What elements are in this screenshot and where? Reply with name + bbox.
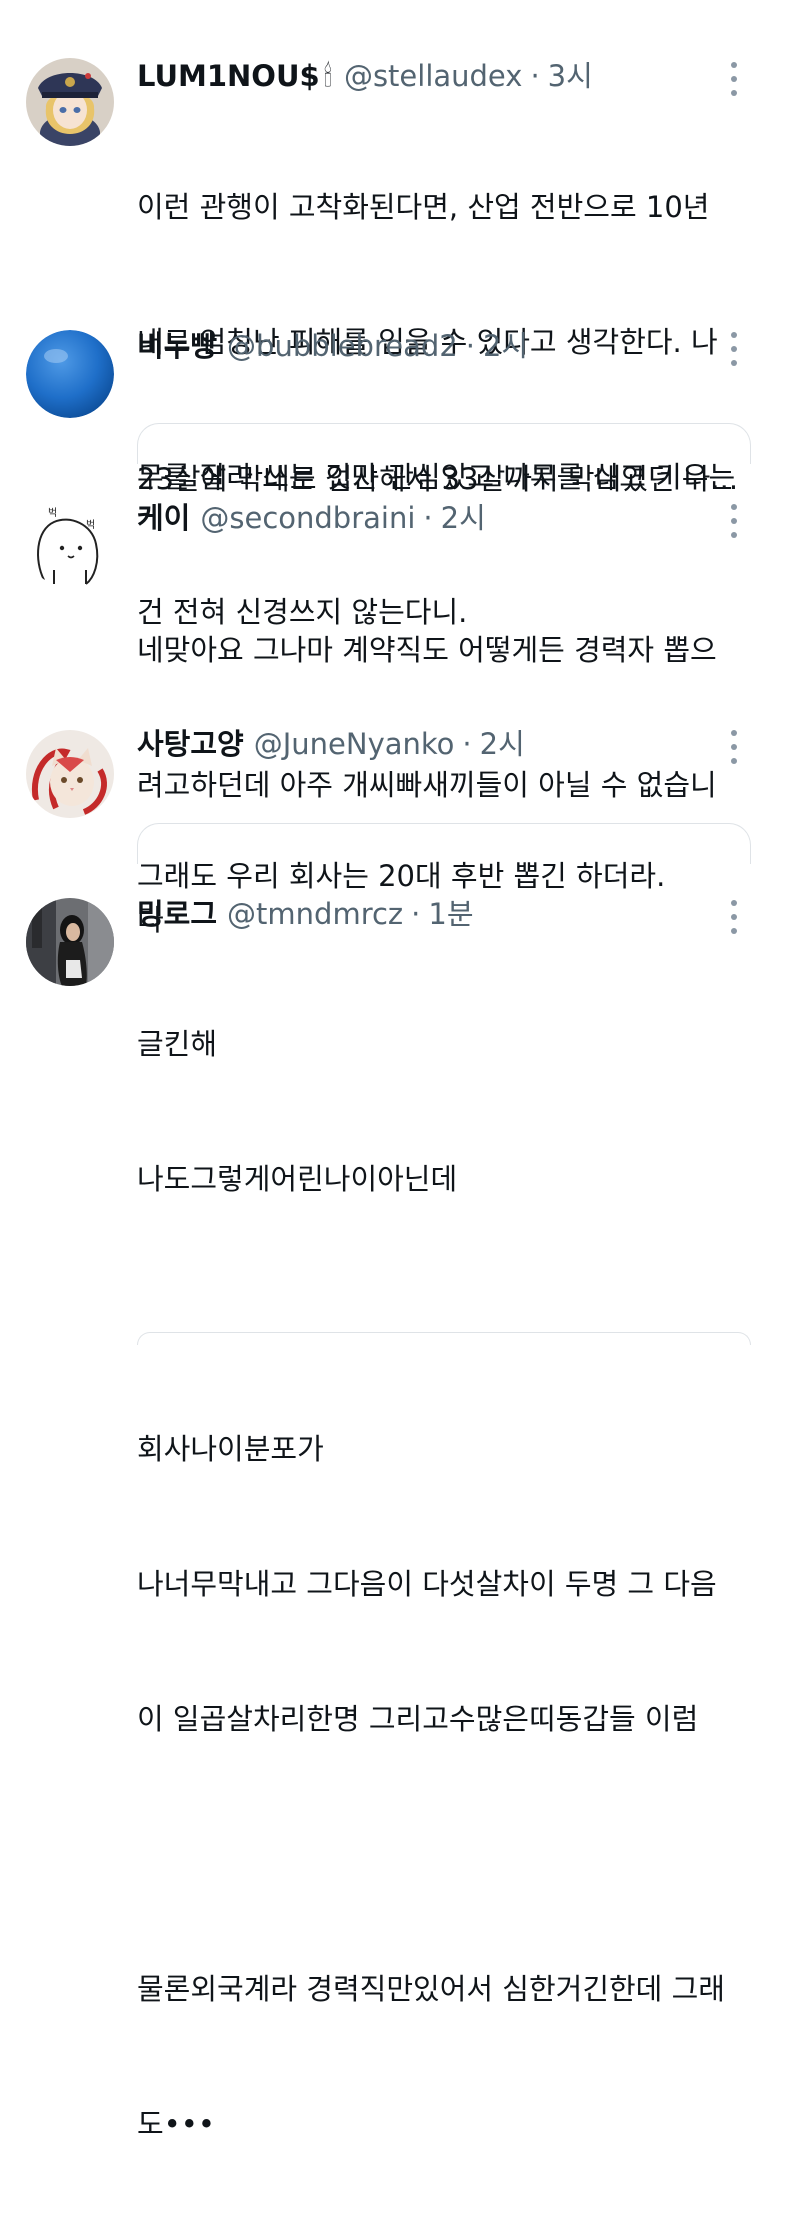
tweet[interactable]: 사탕고양 @JuneNyanko · 2시 그래도 우리 회사는 20대 후반 … [0,705,800,893]
separator-dot: · [423,501,433,535]
display-name[interactable]: 케이 [137,498,190,538]
tweet[interactable]: 비누빵 @bubblebread2 · 2시 23살에 막내로 입사해서 33살… [0,290,800,496]
tweet-header: LUM1NOU$ 🕯 @stellaudex · 3시 [137,56,593,96]
tweet-header: 비누빵 @bubblebread2 · 2시 [137,326,528,366]
tweet-header: 사탕고양 @JuneNyanko · 2시 [137,724,525,764]
reply-feed: LUM1NOU$ 🕯 @stellaudex · 3시 이런 관행이 고착화된다… [0,0,800,2141]
tweet-text-line: 이런 관행이 고착화된다면, 산업 전반으로 10년 [137,190,710,224]
tweet[interactable]: 밍로그 @tmndmrcz · 1분 글킨해 나도그렇게어린나이아닌데 회사나이… [0,880,800,2141]
separator-dot: · [465,329,475,363]
timestamp[interactable]: 2시 [480,724,525,764]
anime-police-girl-avatar-icon [26,58,114,146]
quoted-card[interactable] [137,1332,751,1345]
separator-dot: · [462,727,472,761]
tweet-text-line [137,1832,757,1877]
tweet-text-line: 네맞아요 그나마 계약직도 어떻게든 경력자 뽑으 [137,633,717,667]
more-options-icon[interactable] [723,62,745,96]
tweet-text-line: 나도그렇게어린나이아닌데 [137,1162,458,1196]
more-options-icon[interactable] [723,504,745,538]
timestamp[interactable]: 2시 [441,498,486,538]
user-handle[interactable]: @JuneNyanko [254,724,455,764]
candle-emoji: 🕯 [323,59,332,93]
timestamp[interactable]: 1분 [428,894,473,934]
tweet[interactable]: 벅 벅 케이 @secondbraini · 2시 네맞아요 그나마 계약직도 … [0,470,800,937]
cat-avatar-icon [26,730,114,818]
tweet-text-line: 나너무막내고 그다음이 다섯살차이 두명 그 다음 [137,1567,717,1601]
more-options-icon[interactable] [723,730,745,764]
quoted-card[interactable] [137,423,751,464]
avatar-doodle-text: 벅 [86,519,95,531]
user-avatar[interactable] [26,58,114,146]
display-name[interactable]: LUM1NOU$ [137,56,320,96]
tweet-header: 케이 @secondbraini · 2시 [137,498,486,538]
separator-dot: · [530,59,540,93]
tweet-header: 밍로그 @tmndmrcz · 1분 [137,894,474,934]
more-options-icon[interactable] [723,332,745,366]
doodle-creature-avatar-icon: 벅 벅 [26,500,114,588]
blue-ball-avatar-icon [26,330,114,418]
separator-dot: · [411,897,421,931]
tweet-text-line: 글킨해 [137,1027,218,1061]
more-options-icon[interactable] [723,900,745,934]
quoted-card[interactable] [137,823,751,864]
woman-photo-avatar-icon [26,898,114,986]
user-handle[interactable]: @stellaudex [344,56,523,96]
timestamp[interactable]: 3시 [548,56,593,96]
user-avatar[interactable] [26,898,114,986]
timestamp[interactable]: 2시 [483,326,528,366]
user-handle[interactable]: @secondbraini [200,498,415,538]
user-handle[interactable]: @tmndmrcz [227,894,403,934]
display-name[interactable]: 밍로그 [137,894,217,934]
display-name[interactable]: 사탕고양 [137,724,244,764]
tweet-text-line [137,1292,757,1337]
tweet-text-line: 도••• [137,2107,215,2141]
display-name[interactable]: 비누빵 [137,326,217,366]
user-avatar[interactable] [26,730,114,818]
user-avatar[interactable]: 벅 벅 [26,500,114,588]
tweet-text-line: 물론외국계라 경력직만있어서 심한거긴한데 그래 [137,1972,725,2006]
avatar-doodle-text: 벅 [48,507,57,519]
tweet-text-line: 이 일곱살차리한명 그리고수많은띠동갑들 이럼 [137,1702,699,1736]
tweet-text-line: 회사나이분포가 [137,1432,324,1466]
user-handle[interactable]: @bubblebread2 [227,326,458,366]
tweet[interactable]: LUM1NOU$ 🕯 @stellaudex · 3시 이런 관행이 고착화된다… [0,0,800,629]
tweet-text: 글킨해 나도그렇게어린나이아닌데 회사나이분포가 나너무막내고 그다음이 다섯살… [137,932,757,2237]
user-avatar[interactable] [26,330,114,418]
